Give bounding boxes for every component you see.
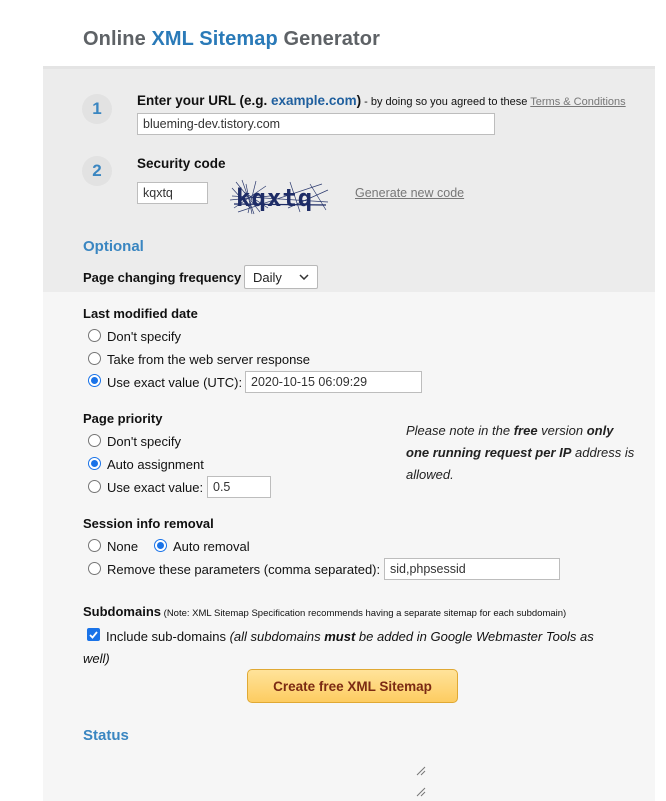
priority-exact-input[interactable] <box>207 476 271 498</box>
last-modified-option-label: Use exact value (UTC): <box>107 375 243 390</box>
session-auto-radio[interactable] <box>154 539 167 552</box>
priority-auto-radio[interactable] <box>88 457 101 470</box>
priority-dont-specify-radio[interactable] <box>88 434 101 447</box>
step-2-badge: 2 <box>82 156 112 186</box>
priority-option-label: Don't specify <box>107 434 182 449</box>
session-none-radio[interactable] <box>88 539 101 552</box>
last-modified-exact-input[interactable] <box>245 371 422 393</box>
priority-exact-radio[interactable] <box>88 480 101 493</box>
session-params-input[interactable] <box>384 558 560 580</box>
status-heading: Status <box>83 727 129 744</box>
session-heading: Session info removal <box>83 516 214 531</box>
session-remove-label: Remove these parameters (comma separated… <box>107 562 381 577</box>
last-modified-option-label: Don't specify <box>107 329 182 344</box>
last-modified-heading: Last modified date <box>83 306 198 321</box>
free-version-note: Please note in the free version only one… <box>406 423 635 482</box>
generate-new-code-link[interactable]: Generate new code <box>355 186 464 200</box>
session-remove-radio[interactable] <box>88 562 101 575</box>
chevron-down-icon <box>299 274 309 280</box>
last-modified-exact-radio[interactable] <box>88 374 101 387</box>
page-title: Online XML Sitemap Generator <box>83 28 380 50</box>
session-auto-label: Auto removal <box>173 539 250 554</box>
security-code-input[interactable] <box>137 182 208 204</box>
captcha-image: kqxtq <box>230 179 329 215</box>
last-modified-server-radio[interactable] <box>88 352 101 365</box>
step-1-badge: 1 <box>82 94 112 124</box>
url-input[interactable] <box>137 113 495 135</box>
create-sitemap-button[interactable]: Create free XML Sitemap <box>247 669 458 703</box>
optional-heading: Optional <box>83 238 144 255</box>
svg-text:kqxtq: kqxtq <box>236 184 313 212</box>
priority-heading: Page priority <box>83 411 163 426</box>
terms-link[interactable]: Terms & Conditions <box>530 96 625 108</box>
url-label: Enter your URL (e.g. example.com) - by d… <box>137 93 626 108</box>
subdomains-heading: Subdomains (Note: XML Sitemap Specificat… <box>83 604 567 619</box>
priority-option-label: Use exact value: <box>107 480 204 495</box>
resize-grip-icon[interactable] <box>416 766 426 776</box>
security-code-label: Security code <box>137 156 226 171</box>
session-none-label: None <box>107 539 139 554</box>
priority-option-label: Auto assignment <box>107 457 204 472</box>
last-modified-dont-specify-radio[interactable] <box>88 329 101 342</box>
status-output <box>83 752 428 801</box>
frequency-label: Page changing frequency <box>83 270 242 285</box>
frequency-select[interactable]: Daily <box>244 265 318 289</box>
resize-grip-icon[interactable] <box>416 787 426 797</box>
last-modified-option-label: Take from the web server response <box>107 352 311 367</box>
include-subdomains-label: Include sub-domains (all subdomains must… <box>83 629 594 666</box>
